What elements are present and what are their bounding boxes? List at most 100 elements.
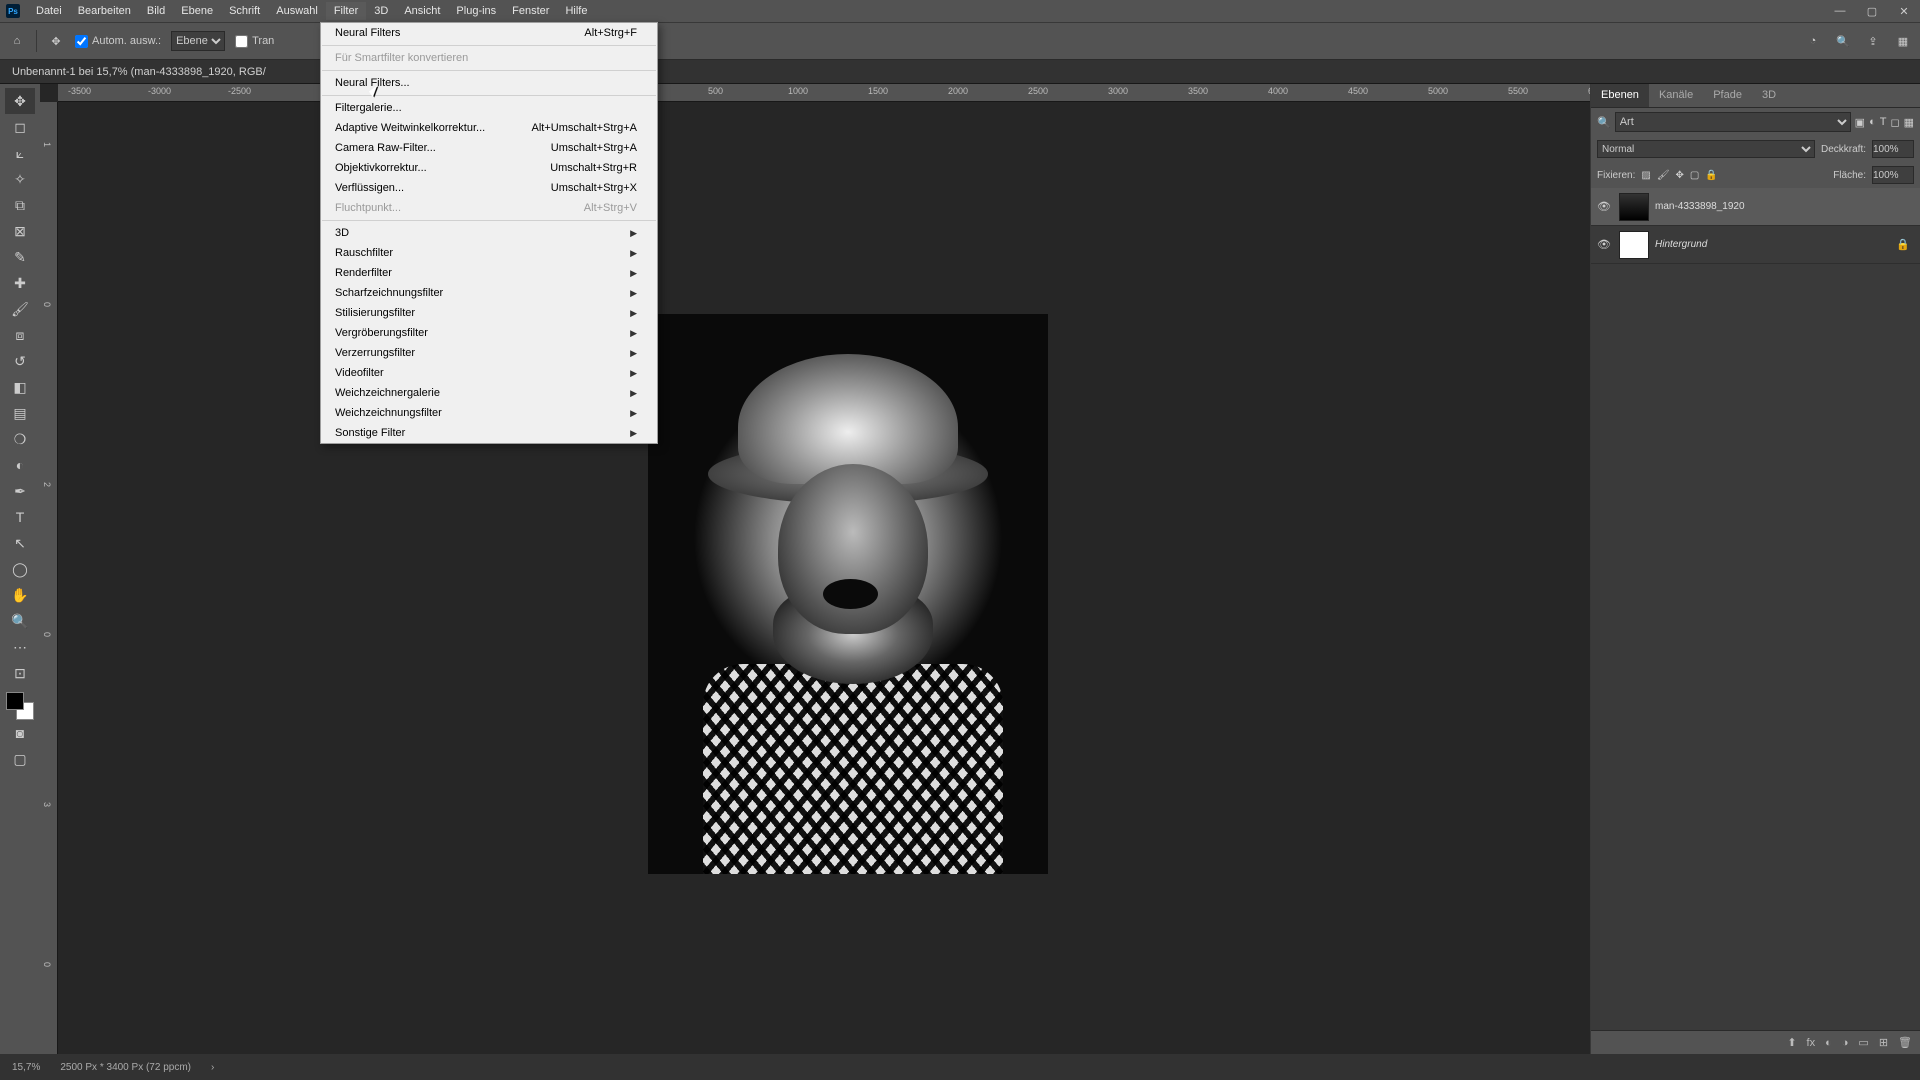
menu-ebene[interactable]: Ebene bbox=[173, 2, 221, 20]
edit-toolbar[interactable]: ⊡ bbox=[5, 660, 35, 686]
auto-select-checkbox[interactable]: Autom. ausw.: bbox=[75, 35, 161, 48]
color-swatches[interactable] bbox=[6, 692, 34, 720]
dodge-tool[interactable]: ◐ bbox=[5, 452, 35, 478]
heal-tool[interactable]: ✚ bbox=[5, 270, 35, 296]
lock-paint-icon[interactable]: 🖌 bbox=[1657, 170, 1670, 181]
search-icon[interactable]: 🔍 bbox=[1834, 32, 1852, 50]
mi-3d[interactable]: 3D▶ bbox=[321, 223, 657, 243]
pen-tool[interactable]: ✒ bbox=[5, 478, 35, 504]
filter-pixel-icon[interactable]: ▣ bbox=[1855, 116, 1865, 129]
zoom-tool[interactable]: 🔍 bbox=[5, 608, 35, 634]
menu-3d[interactable]: 3D bbox=[366, 2, 396, 20]
workspace-icon[interactable]: ▦ bbox=[1894, 32, 1912, 50]
menu-bearbeiten[interactable]: Bearbeiten bbox=[70, 2, 139, 20]
filter-shape-icon[interactable]: ◻ bbox=[1890, 116, 1899, 129]
filter-smart-icon[interactable]: ▦ bbox=[1904, 116, 1914, 129]
tab-3d[interactable]: 3D bbox=[1752, 84, 1786, 107]
mi-recent-filter[interactable]: Neural FiltersAlt+Strg+F bbox=[321, 23, 657, 43]
menu-plugins[interactable]: Plug-ins bbox=[448, 2, 504, 20]
layer-name[interactable]: Hintergrund bbox=[1655, 239, 1707, 250]
filter-type-icon[interactable]: T bbox=[1880, 116, 1887, 128]
brush-tool[interactable]: 🖌 bbox=[5, 296, 35, 322]
mi-renderfilter[interactable]: Renderfilter▶ bbox=[321, 263, 657, 283]
layer-name[interactable]: man-4333898_1920 bbox=[1655, 201, 1745, 212]
mi-sonstige[interactable]: Sonstige Filter▶ bbox=[321, 423, 657, 443]
gradient-tool[interactable]: ▤ bbox=[5, 400, 35, 426]
blur-tool[interactable]: ❍ bbox=[5, 426, 35, 452]
doc-dimensions[interactable]: 2500 Px * 3400 Px (72 ppcm) bbox=[60, 1062, 191, 1073]
mi-verzerrung[interactable]: Verzerrungsfilter▶ bbox=[321, 343, 657, 363]
delete-layer-icon[interactable]: 🗑 bbox=[1898, 1036, 1912, 1049]
menu-fenster[interactable]: Fenster bbox=[504, 2, 557, 20]
layer-thumbnail[interactable] bbox=[1619, 231, 1649, 259]
menu-datei[interactable]: Datei bbox=[28, 2, 70, 20]
lock-all-icon[interactable]: 🔒 bbox=[1705, 170, 1717, 181]
window-maximize[interactable]: ▢ bbox=[1856, 0, 1888, 22]
mi-weitwinkel[interactable]: Adaptive Weitwinkelkorrektur...Alt+Umsch… bbox=[321, 118, 657, 138]
zoom-level[interactable]: 15,7% bbox=[12, 1062, 40, 1073]
home-icon[interactable]: ⌂ bbox=[8, 32, 26, 50]
layer-row[interactable]: 👁 Hintergrund 🔒 bbox=[1591, 226, 1920, 264]
mi-camera-raw[interactable]: Camera Raw-Filter...Umschalt+Strg+A bbox=[321, 138, 657, 158]
mi-rauschfilter[interactable]: Rauschfilter▶ bbox=[321, 243, 657, 263]
lock-nest-icon[interactable]: ▢ bbox=[1690, 170, 1699, 181]
new-layer-icon[interactable]: ⊞ bbox=[1879, 1036, 1888, 1049]
shape-tool[interactable]: ◯ bbox=[5, 556, 35, 582]
mask-icon[interactable]: ◐ bbox=[1825, 1037, 1832, 1049]
lock-pos-icon[interactable]: ✥ bbox=[1676, 170, 1684, 181]
blend-mode-select[interactable]: Normal bbox=[1597, 140, 1815, 158]
lock-trans-icon[interactable]: ▨ bbox=[1641, 170, 1650, 181]
fill-input[interactable] bbox=[1872, 166, 1914, 184]
lasso-tool[interactable]: ⟀ bbox=[5, 140, 35, 166]
marquee-tool[interactable]: ◻ bbox=[5, 114, 35, 140]
tab-pfade[interactable]: Pfade bbox=[1703, 84, 1752, 107]
screenmode-toggle[interactable]: ▢ bbox=[5, 746, 35, 772]
transform-controls-checkbox[interactable]: Tran bbox=[235, 35, 274, 48]
menu-bild[interactable]: Bild bbox=[139, 2, 173, 20]
quickmask-toggle[interactable]: ◙ bbox=[5, 720, 35, 746]
mi-scharfzeichnung[interactable]: Scharfzeichnungsfilter▶ bbox=[321, 283, 657, 303]
layer-thumbnail[interactable] bbox=[1619, 193, 1649, 221]
mi-weichzeichnergalerie[interactable]: Weichzeichnergalerie▶ bbox=[321, 383, 657, 403]
vertical-ruler[interactable]: 1 0 2 0 3 0 bbox=[40, 102, 58, 1054]
frame-tool[interactable]: ⊠ bbox=[5, 218, 35, 244]
move-tool[interactable]: ✥ bbox=[5, 88, 35, 114]
mi-neural-filters[interactable]: Neural Filters... bbox=[321, 73, 657, 93]
menu-auswahl[interactable]: Auswahl bbox=[268, 2, 326, 20]
tab-ebenen[interactable]: Ebenen bbox=[1591, 84, 1649, 107]
mi-videofilter[interactable]: Videofilter▶ bbox=[321, 363, 657, 383]
history-brush-tool[interactable]: ↺ bbox=[5, 348, 35, 374]
stamp-tool[interactable]: ⧈ bbox=[5, 322, 35, 348]
horizontal-ruler[interactable]: -3500 -3000 -2500 0 500 1000 1500 2000 2… bbox=[58, 84, 1590, 102]
window-minimize[interactable]: — bbox=[1824, 0, 1856, 22]
adjustment-icon[interactable]: ◑ bbox=[1842, 1037, 1849, 1049]
layer-row[interactable]: 👁 man-4333898_1920 bbox=[1591, 188, 1920, 226]
share-icon[interactable]: ⇪ bbox=[1864, 32, 1882, 50]
document-tab[interactable]: Unbenannt-1 bei 15,7% (man-4333898_1920,… bbox=[0, 62, 278, 82]
filter-adjust-icon[interactable]: ◐ bbox=[1869, 116, 1876, 128]
window-close[interactable]: ✕ bbox=[1888, 0, 1920, 22]
mi-weichzeichnung[interactable]: Weichzeichnungsfilter▶ bbox=[321, 403, 657, 423]
menu-filter[interactable]: Filter bbox=[326, 2, 366, 20]
cloud-icon[interactable]: ◔ bbox=[1804, 32, 1822, 50]
mi-verfluessigen[interactable]: Verflüssigen...Umschalt+Strg+X bbox=[321, 178, 657, 198]
menu-hilfe[interactable]: Hilfe bbox=[557, 2, 595, 20]
mi-vergroeberung[interactable]: Vergröberungsfilter▶ bbox=[321, 323, 657, 343]
more-tools[interactable]: ⋯ bbox=[5, 634, 35, 660]
mi-objektivkorrektur[interactable]: Objektivkorrektur...Umschalt+Strg+R bbox=[321, 158, 657, 178]
wand-tool[interactable]: ✧ bbox=[5, 166, 35, 192]
layer-filter-type[interactable]: Art bbox=[1615, 112, 1851, 132]
mi-filtergalerie[interactable]: Filtergalerie... bbox=[321, 98, 657, 118]
tab-kanaele[interactable]: Kanäle bbox=[1649, 84, 1703, 107]
crop-tool[interactable]: ⧉ bbox=[5, 192, 35, 218]
auto-select-type[interactable]: Ebene bbox=[171, 31, 225, 51]
lock-icon[interactable]: 🔒 bbox=[1896, 238, 1910, 251]
opacity-input[interactable] bbox=[1872, 140, 1914, 158]
fx-icon[interactable]: fx bbox=[1807, 1037, 1816, 1049]
status-more[interactable]: › bbox=[211, 1062, 214, 1073]
menu-schrift[interactable]: Schrift bbox=[221, 2, 268, 20]
path-tool[interactable]: ↖ bbox=[5, 530, 35, 556]
search-icon[interactable]: 🔍 bbox=[1597, 116, 1611, 129]
type-tool[interactable]: T bbox=[5, 504, 35, 530]
visibility-toggle[interactable]: 👁 bbox=[1595, 200, 1613, 213]
